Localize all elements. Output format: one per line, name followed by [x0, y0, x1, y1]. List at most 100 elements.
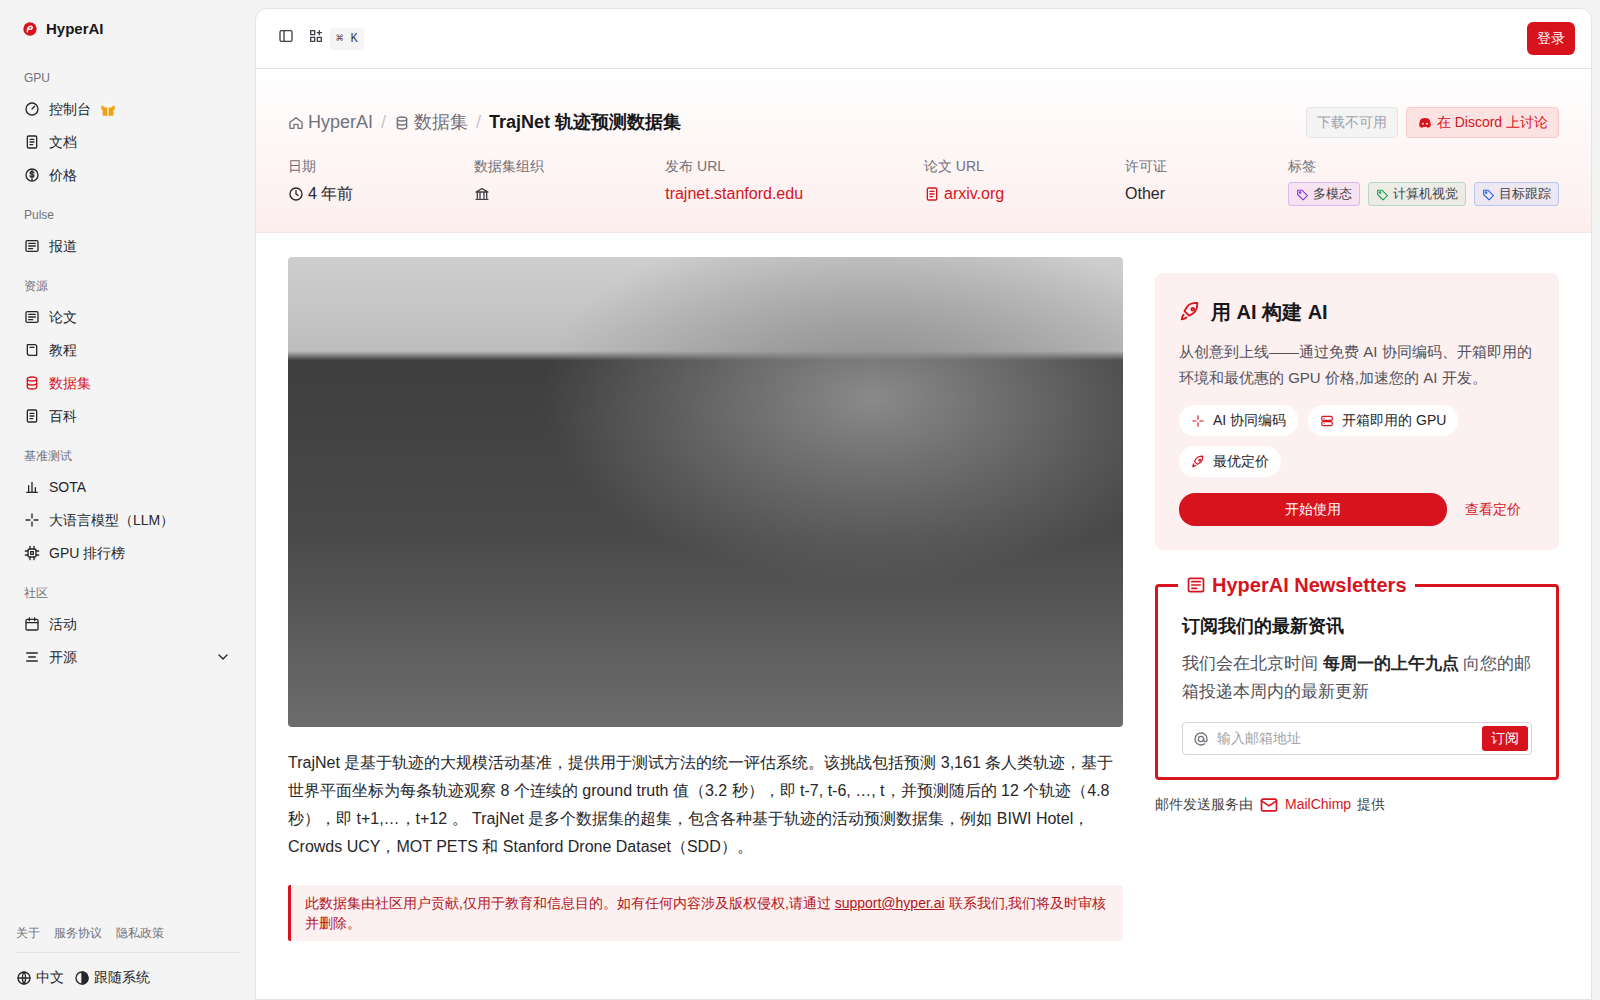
- sidebar-item[interactable]: 控制台: [16, 93, 239, 126]
- breadcrumb-item[interactable]: HyperAI: [288, 109, 373, 136]
- promo-title-text: 用 AI 构建 AI: [1211, 297, 1328, 327]
- footer-link[interactable]: 关于: [16, 924, 40, 942]
- pricing-link[interactable]: 查看定价: [1465, 499, 1521, 520]
- book-icon: [24, 342, 40, 358]
- meta-label: 发布 URL: [665, 156, 803, 177]
- tag-label[interactable]: 多模态: [1313, 184, 1352, 204]
- breadcrumb: HyperAI/数据集/TrajNet 轨迹预测数据集: [288, 109, 681, 136]
- sidebar-item[interactable]: SOTA: [16, 471, 239, 504]
- sidebar-item-label[interactable]: 控制台: [49, 99, 91, 120]
- sidebar-item-label[interactable]: SOTA: [49, 477, 86, 498]
- mailchimp-label[interactable]: MailChimp: [1285, 794, 1351, 815]
- chevron-icon: [215, 649, 231, 665]
- sidebar-item-label[interactable]: 大语言模型（LLM）: [49, 510, 174, 531]
- document-icon: [924, 186, 940, 202]
- server-icon: [1320, 414, 1334, 428]
- tag-icon: [1376, 188, 1389, 201]
- mail-text: 提供: [1357, 794, 1385, 815]
- discord-button[interactable]: 在 Discord 上讨论: [1406, 107, 1559, 138]
- app: HyperAIGPU控制台文档价格Pulse报道资源论文教程数据集百科基准测试S…: [0, 0, 1600, 1000]
- sidebar-item[interactable]: 价格: [16, 159, 239, 192]
- sidebar-item-label[interactable]: GPU 排行榜: [49, 543, 125, 564]
- footer-links: 关于服务协议隐私政策: [16, 924, 239, 953]
- tag[interactable]: 目标跟踪: [1474, 182, 1559, 206]
- sidebar-toggle[interactable]: [278, 27, 294, 51]
- sidebar-item-label[interactable]: 文档: [49, 132, 77, 153]
- meta-value: 多模态 计算机视觉 目标跟踪: [1288, 182, 1559, 206]
- topbar: ⌘ K登录: [256, 9, 1591, 69]
- sidebar-item[interactable]: 论文: [16, 301, 239, 334]
- newsletter-time: 每周一的上午九点: [1323, 654, 1459, 673]
- sidebar-item[interactable]: 百科: [16, 400, 239, 433]
- mailchimp-link[interactable]: MailChimp: [1259, 794, 1351, 815]
- release-url-link[interactable]: trajnet.stanford.edu: [665, 182, 803, 206]
- sidebar-item-label[interactable]: 教程: [49, 340, 77, 361]
- sidebar-item-label[interactable]: 开源: [49, 647, 77, 668]
- sidebar-item[interactable]: 教程: [16, 334, 239, 367]
- sidebar-item-label[interactable]: 报道: [49, 236, 77, 257]
- tag-label[interactable]: 计算机视觉: [1393, 184, 1458, 204]
- newsletter-heading: 订阅我们的最新资讯: [1182, 613, 1532, 640]
- start-button[interactable]: 开始使用: [1179, 493, 1447, 526]
- content-left: TrajNet 是基于轨迹的大规模活动基准，提供用于测试方法的统一评估系统。该挑…: [288, 257, 1123, 941]
- dataset-header: HyperAI/数据集/TrajNet 轨迹预测数据集下载不可用在 Discor…: [256, 69, 1591, 233]
- language-switch[interactable]: 中文: [16, 967, 64, 988]
- meta-item: 许可证Other: [1125, 156, 1167, 206]
- newspaper-icon: [1186, 575, 1206, 595]
- footer-link[interactable]: 服务协议: [54, 924, 102, 942]
- paper-url-link[interactable]: arxiv.org: [944, 182, 1004, 206]
- meta-value: [474, 182, 544, 206]
- logo-text[interactable]: HyperAI: [46, 18, 104, 41]
- download-button: 下载不可用: [1306, 107, 1398, 138]
- logo[interactable]: HyperAI: [16, 18, 239, 41]
- breadcrumb-label[interactable]: HyperAI: [308, 109, 373, 136]
- dataset-description: TrajNet 是基于轨迹的大规模活动基准，提供用于测试方法的统一评估系统。该挑…: [288, 749, 1123, 861]
- tag-label[interactable]: 目标跟踪: [1499, 184, 1551, 204]
- sidebar-item-label[interactable]: 活动: [49, 614, 77, 635]
- sidebar-item-label[interactable]: 百科: [49, 406, 77, 427]
- rocket-icon: [1179, 301, 1201, 323]
- subscribe-button[interactable]: 订阅: [1482, 726, 1528, 751]
- footer-link[interactable]: 隐私政策: [116, 924, 164, 942]
- sidebar-item-label[interactable]: 数据集: [49, 373, 91, 394]
- feature-pill: 最优定价: [1179, 446, 1281, 477]
- breadcrumb-label[interactable]: 数据集: [414, 109, 468, 136]
- login-button[interactable]: 登录: [1527, 22, 1575, 55]
- discord-label[interactable]: 在 Discord 上讨论: [1437, 112, 1548, 133]
- chart-icon: [24, 479, 40, 495]
- theme-switch[interactable]: 跟随系统: [74, 967, 150, 988]
- support-email-link[interactable]: support@hyper.ai: [835, 895, 945, 911]
- news-icon: [24, 238, 40, 254]
- breadcrumb-separator: /: [476, 109, 481, 136]
- sidebar-item[interactable]: 大语言模型（LLM）: [16, 504, 239, 537]
- content-right: 用 AI 构建 AI从创意到上线——通过免费 AI 协同编码、开箱即用的环境和最…: [1155, 257, 1559, 941]
- sidebar-item[interactable]: 报道: [16, 230, 239, 263]
- email-input[interactable]: [1215, 727, 1476, 750]
- feature-pill: AI 协同编码: [1179, 405, 1298, 436]
- meta-label: 日期: [288, 156, 353, 177]
- meta-label: 数据集组织: [474, 156, 544, 177]
- sidebar-item-label[interactable]: 论文: [49, 307, 77, 328]
- at-icon: [1193, 731, 1209, 747]
- sidebar-item[interactable]: 文档: [16, 126, 239, 159]
- sidebar-item[interactable]: 数据集: [16, 367, 239, 400]
- promo-card: 用 AI 构建 AI从创意到上线——通过免费 AI 协同编码、开箱即用的环境和最…: [1155, 273, 1559, 550]
- copyright-notice: 此数据集由社区用户贡献,仅用于教育和信息目的。如有任何内容涉及版权侵权,请通过 …: [288, 885, 1123, 941]
- breadcrumb-item[interactable]: 数据集: [394, 109, 468, 136]
- apps-button[interactable]: [308, 27, 324, 51]
- sidebar-item[interactable]: GPU 排行榜: [16, 537, 239, 570]
- clock-icon: [288, 186, 304, 202]
- theme-label[interactable]: 跟随系统: [94, 967, 150, 988]
- sidebar-item-label[interactable]: 价格: [49, 165, 77, 186]
- mail-icon: [1259, 795, 1279, 815]
- tag[interactable]: 计算机视觉: [1368, 182, 1466, 206]
- tag[interactable]: 多模态: [1288, 182, 1360, 206]
- chip-icon: [24, 545, 40, 561]
- tag-icon: [1482, 188, 1495, 201]
- meta-label: 标签: [1288, 156, 1559, 177]
- feature-pill: 开箱即用的 GPU: [1308, 405, 1458, 436]
- meta-value: Other: [1125, 182, 1167, 206]
- sidebar-item[interactable]: 开源: [16, 641, 239, 674]
- sidebar-item[interactable]: 活动: [16, 608, 239, 641]
- language-label[interactable]: 中文: [36, 967, 64, 988]
